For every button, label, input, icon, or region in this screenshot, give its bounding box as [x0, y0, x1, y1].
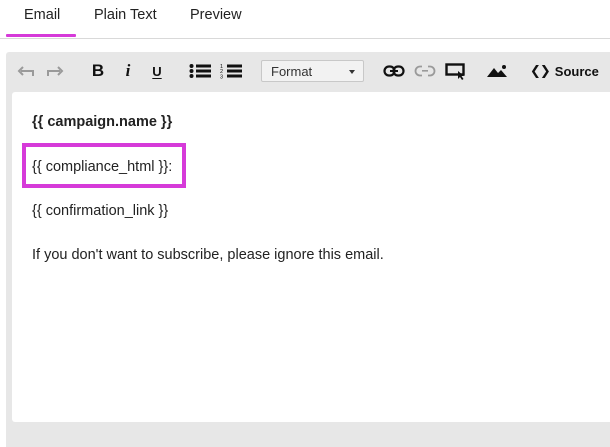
tab-preview[interactable]: Preview — [190, 7, 242, 23]
link-icon[interactable] — [383, 63, 405, 79]
tab-plain-text[interactable]: Plain Text — [94, 7, 157, 23]
source-button-label: Source — [554, 63, 599, 79]
image-icon[interactable] — [486, 63, 508, 79]
format-dropdown-label: Format — [271, 64, 313, 79]
svg-text:3: 3 — [220, 75, 223, 80]
editor-tabs: Email Plain Text Preview — [0, 0, 610, 39]
underline-icon[interactable]: U — [150, 61, 164, 81]
italic-icon[interactable]: i — [122, 61, 134, 81]
insert-button-icon[interactable] — [445, 62, 467, 80]
rich-text-editor: B i U 1 2 3 Format ❮❯ Source {{campaign… — [6, 52, 610, 447]
active-tab-indicator — [6, 34, 76, 37]
unlink-icon[interactable] — [414, 63, 436, 79]
redo-icon[interactable] — [46, 63, 64, 79]
format-dropdown[interactable]: Format — [261, 60, 364, 82]
editor-content[interactable]: {{ campaign.name }} {{ compliance_html }… — [12, 92, 610, 422]
bold-icon[interactable]: B — [90, 61, 106, 81]
bullet-list-icon[interactable] — [189, 63, 211, 79]
source-code-icon: ❮❯ — [530, 63, 551, 78]
campaign-name-line: {{ campaign.name }} — [32, 114, 173, 130]
highlight-box — [22, 143, 186, 188]
numbered-list-icon[interactable]: 1 2 3 — [220, 63, 242, 79]
chevron-down-icon — [349, 70, 355, 74]
undo-icon[interactable] — [17, 63, 35, 79]
ignore-email-line: If you don't want to subscribe, please i… — [32, 247, 384, 263]
editor-toolbar: B i U 1 2 3 Format ❮❯ Source — [6, 52, 610, 90]
tab-email[interactable]: Email — [24, 7, 60, 23]
source-button[interactable]: ❮❯ Source — [530, 62, 599, 80]
confirmation-link-line: {{ confirmation_link }} — [32, 203, 169, 219]
